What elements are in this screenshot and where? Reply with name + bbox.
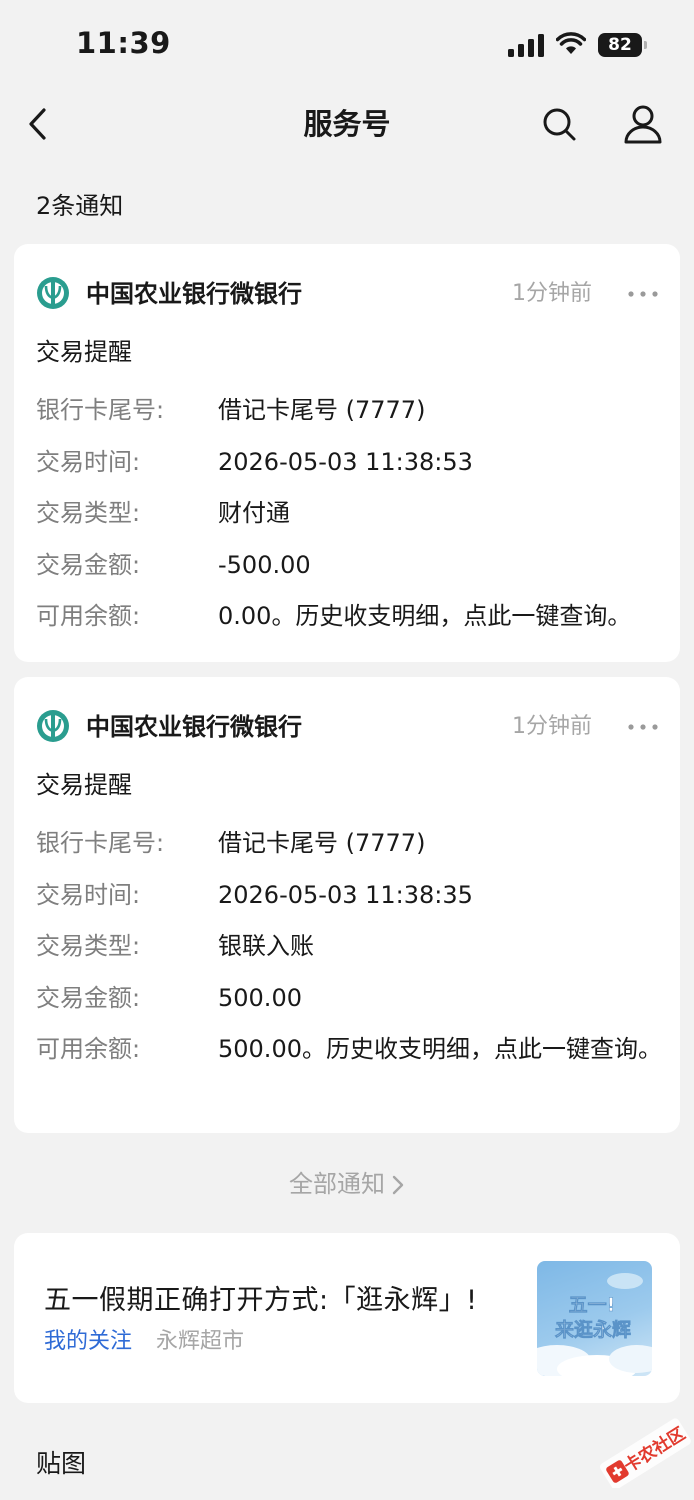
article-card[interactable]: 五一假期正确打开方式:「逛永辉」! 我的关注 永辉超市 五一! 来逛永辉	[14, 1233, 680, 1403]
watermark-logo: 卡农社区	[599, 1418, 691, 1488]
detail-value[interactable]: 500.00。历史收支明细，点此一键查询。	[218, 1031, 676, 1067]
detail-value: 财付通	[218, 499, 290, 527]
detail-label: 交易金额:	[36, 551, 141, 579]
article-title[interactable]: 五一假期正确打开方式:「逛永辉」!	[44, 1281, 477, 1321]
notification-subject: 交易提醒	[36, 338, 132, 366]
battery-indicator: 82	[598, 33, 648, 57]
battery-cap	[644, 41, 647, 49]
search-icon[interactable]	[540, 104, 578, 144]
detail-label: 交易类型:	[36, 499, 141, 527]
article-source-tag[interactable]: 我的关注	[44, 1325, 132, 1359]
nav-bar: 服务号	[0, 90, 694, 160]
status-time: 11:39	[76, 26, 171, 60]
detail-value: 2026-05-03 11:38:35	[218, 881, 473, 909]
notice-count: 2条通知	[36, 192, 124, 220]
section-label-stickers: 贴图	[36, 1449, 87, 1478]
cloud-graphic: 五一! 来逛永辉	[537, 1273, 652, 1376]
abc-bank-logo-icon	[37, 710, 69, 742]
thumbnail-text-line-1: 五一!	[569, 1294, 616, 1316]
notification-time: 1分钟前	[512, 281, 592, 306]
detail-label: 交易时间:	[36, 448, 141, 476]
detail-value: 借记卡尾号 (7777)	[218, 829, 426, 857]
detail-label: 银行卡尾号:	[36, 829, 165, 857]
notification-subject: 交易提醒	[36, 771, 132, 799]
abc-bank-logo-icon	[37, 277, 69, 309]
detail-label: 交易时间:	[36, 881, 141, 909]
profile-icon[interactable]	[622, 102, 664, 146]
detail-label: 可用余额:	[36, 602, 141, 630]
detail-label: 银行卡尾号:	[36, 396, 165, 424]
battery-level: 82	[598, 33, 642, 57]
account-name[interactable]: 中国农业银行微银行	[86, 274, 302, 314]
more-icon[interactable]	[626, 282, 660, 306]
wifi-icon	[556, 32, 586, 54]
detail-label: 交易类型:	[36, 932, 141, 960]
detail-value: -500.00	[218, 551, 311, 579]
detail-value[interactable]: 0.00。历史收支明细，点此一键查询。	[218, 598, 676, 634]
detail-value: 500.00	[218, 984, 302, 1012]
detail-value: 银联入账	[218, 932, 314, 960]
detail-value: 2026-05-03 11:38:53	[218, 448, 473, 476]
all-notices-label: 全部通知	[289, 1170, 385, 1198]
status-bar: 11:39 82	[0, 0, 694, 90]
cellular-signal-icon	[508, 34, 544, 57]
notification-card[interactable]: 中国农业银行微银行 1分钟前 交易提醒 银行卡尾号: 借记卡尾号 (7777) …	[14, 677, 680, 1133]
detail-value: 借记卡尾号 (7777)	[218, 396, 426, 424]
all-notices-link[interactable]: 全部通知	[0, 1164, 694, 1204]
notification-card[interactable]: 中国农业银行微银行 1分钟前 交易提醒 银行卡尾号: 借记卡尾号 (7777) …	[14, 244, 680, 662]
card-header: 中国农业银行微银行 1分钟前	[36, 274, 658, 314]
article-thumbnail[interactable]: 五一! 来逛永辉	[537, 1261, 652, 1376]
page-title: 服务号	[303, 107, 391, 141]
account-name[interactable]: 中国农业银行微银行	[86, 707, 302, 747]
notification-time: 1分钟前	[512, 714, 592, 739]
thumbnail-text-line-2: 来逛永辉	[555, 1318, 631, 1341]
chevron-right-icon	[392, 1175, 404, 1195]
detail-label: 交易金额:	[36, 984, 141, 1012]
more-icon[interactable]	[626, 715, 660, 739]
article-account[interactable]: 永辉超市	[156, 1325, 244, 1359]
card-header: 中国农业银行微银行 1分钟前	[36, 707, 658, 747]
detail-label: 可用余额:	[36, 1035, 141, 1063]
